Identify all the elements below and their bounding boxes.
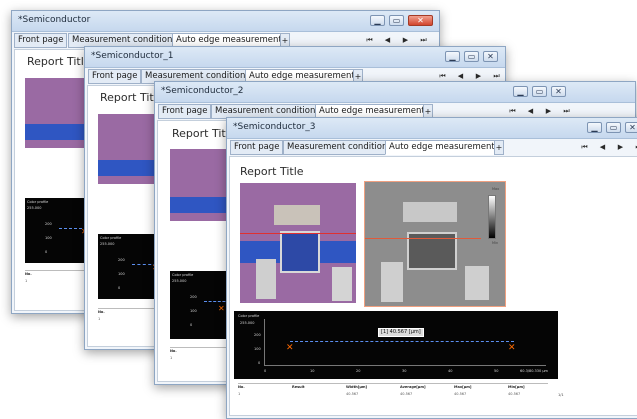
next-page-icon[interactable]: ▶ xyxy=(543,106,554,117)
report-title: Report Title xyxy=(27,55,91,68)
close-button[interactable]: ✕ xyxy=(551,86,566,97)
close-button[interactable]: ✕ xyxy=(408,15,433,26)
minimize-button[interactable]: ▁ xyxy=(445,51,460,62)
table-header: Average[μm] xyxy=(400,385,426,389)
title-bar[interactable]: *Semiconductor ▁ ▭ ✕ xyxy=(12,11,439,32)
next-page-icon[interactable]: ▶ xyxy=(400,35,411,46)
close-button[interactable]: ✕ xyxy=(625,122,637,133)
report-window-semiconductor-3[interactable]: *Semiconductor_3 ▁ ▭ ✕ Front page Measur… xyxy=(226,117,637,419)
color-image xyxy=(240,183,356,303)
color-profile-chart: Color profile 255.000 200 100 0 [1] 40.5… xyxy=(234,311,558,379)
x-tick: 20 xyxy=(356,369,361,373)
result-table: No. Result Width[μm] Average[μm] Max[μm]… xyxy=(238,383,548,404)
y-axis-max: 255.000 xyxy=(240,321,255,325)
window-title: *Semiconductor_3 xyxy=(233,122,316,132)
title-bar[interactable]: *Semiconductor_3 ▁ ▭ ✕ xyxy=(227,118,637,139)
y-tick: 100 xyxy=(254,347,261,351)
tab-measurement-condition[interactable]: Measurement condition xyxy=(283,140,392,155)
last-page-icon[interactable]: ⏭ xyxy=(633,142,637,153)
first-page-icon[interactable]: ⏮ xyxy=(507,106,518,117)
table-header: Width[μm] xyxy=(346,385,368,389)
chart-label: Color profile xyxy=(238,314,260,318)
previous-page-icon[interactable]: ◀ xyxy=(382,35,393,46)
edge-marker: ✕ xyxy=(218,304,225,313)
color-image xyxy=(170,149,230,221)
maximize-button[interactable]: ▭ xyxy=(532,86,547,97)
window-title: *Semiconductor_2 xyxy=(161,86,244,96)
color-profile-chart: Color profile 255.000 200 100 0 ✕ xyxy=(25,198,87,263)
previous-page-icon[interactable]: ◀ xyxy=(525,106,536,117)
tab-auto-edge-measurement[interactable]: Auto edge measurement xyxy=(385,140,499,155)
edge-marker-left: ✕ xyxy=(286,343,294,353)
table-header: Result xyxy=(292,385,305,389)
measurement-line xyxy=(290,341,514,342)
y-tick: 200 xyxy=(254,333,261,337)
tab-front-page[interactable]: Front page xyxy=(158,104,212,119)
color-profile-chart: Color profile 255.000 200 100 0 ✕ xyxy=(170,271,230,339)
x-tick: 0 xyxy=(264,369,267,373)
previous-page-icon[interactable]: ◀ xyxy=(597,142,608,153)
color-image xyxy=(98,114,162,184)
close-button[interactable]: ✕ xyxy=(483,51,498,62)
height-image xyxy=(364,181,506,307)
table-header: Min[μm] xyxy=(508,385,525,389)
maximize-button[interactable]: ▭ xyxy=(389,15,404,26)
y-tick: 0 xyxy=(258,361,261,365)
report-page: Report Title Max Min Color profile 255.0… xyxy=(229,156,637,416)
scale-max-label: Max xyxy=(492,187,500,191)
x-tick: 30 xyxy=(402,369,407,373)
tab-front-page[interactable]: Front page xyxy=(230,140,284,155)
table-cell: 40.567 xyxy=(346,392,359,396)
title-bar[interactable]: *Semiconductor_2 ▁ ▭ ✕ xyxy=(155,82,635,103)
last-page-icon[interactable]: ⏭ xyxy=(561,106,572,117)
scale-min-label: Min xyxy=(492,241,499,245)
title-bar[interactable]: *Semiconductor_1 ▁ ▭ ✕ xyxy=(85,47,505,68)
tab-bar: Front page Measurement condition Auto ed… xyxy=(227,139,637,156)
table-header: No. xyxy=(238,385,245,389)
minimize-button[interactable]: ▁ xyxy=(513,86,528,97)
add-tab-button[interactable]: + xyxy=(494,140,504,155)
next-page-icon[interactable]: ▶ xyxy=(615,142,626,153)
table-cell: 40.567 xyxy=(400,392,413,396)
minimize-button[interactable]: ▁ xyxy=(370,15,385,26)
table-cell: 1 xyxy=(238,392,241,396)
tab-front-page[interactable]: Front page xyxy=(88,69,142,84)
minimize-button[interactable]: ▁ xyxy=(587,122,602,133)
x-axis xyxy=(264,365,546,366)
first-page-icon[interactable]: ⏮ xyxy=(579,142,590,153)
color-image xyxy=(25,78,87,148)
last-page-icon[interactable]: ⏭ xyxy=(418,35,429,46)
table-header: Max[μm] xyxy=(454,385,472,389)
tab-front-page[interactable]: Front page xyxy=(14,33,68,48)
edge-marker-right: ✕ xyxy=(508,343,516,353)
maximize-button[interactable]: ▭ xyxy=(606,122,621,133)
table-cell: 40.567 xyxy=(454,392,467,396)
x-tick: 50 xyxy=(494,369,499,373)
x-tick: 10 xyxy=(310,369,315,373)
x-axis-end: 60.3/80.330 μm xyxy=(520,369,548,373)
report-title: Report Title xyxy=(240,165,304,178)
height-scale-bar xyxy=(488,195,496,239)
x-tick: 40 xyxy=(448,369,453,373)
y-axis xyxy=(264,319,265,365)
color-profile-chart: Color profile 255.000 200 100 0 ✕ xyxy=(98,234,162,299)
window-title: *Semiconductor_1 xyxy=(91,51,174,61)
table-cell: 40.567 xyxy=(508,392,521,396)
measurement-label: [1] 40.567 [μm] xyxy=(378,328,424,337)
first-page-icon[interactable]: ⏮ xyxy=(364,35,375,46)
page-number: 1/1 xyxy=(558,393,564,397)
maximize-button[interactable]: ▭ xyxy=(464,51,479,62)
window-title: *Semiconductor xyxy=(18,15,91,25)
